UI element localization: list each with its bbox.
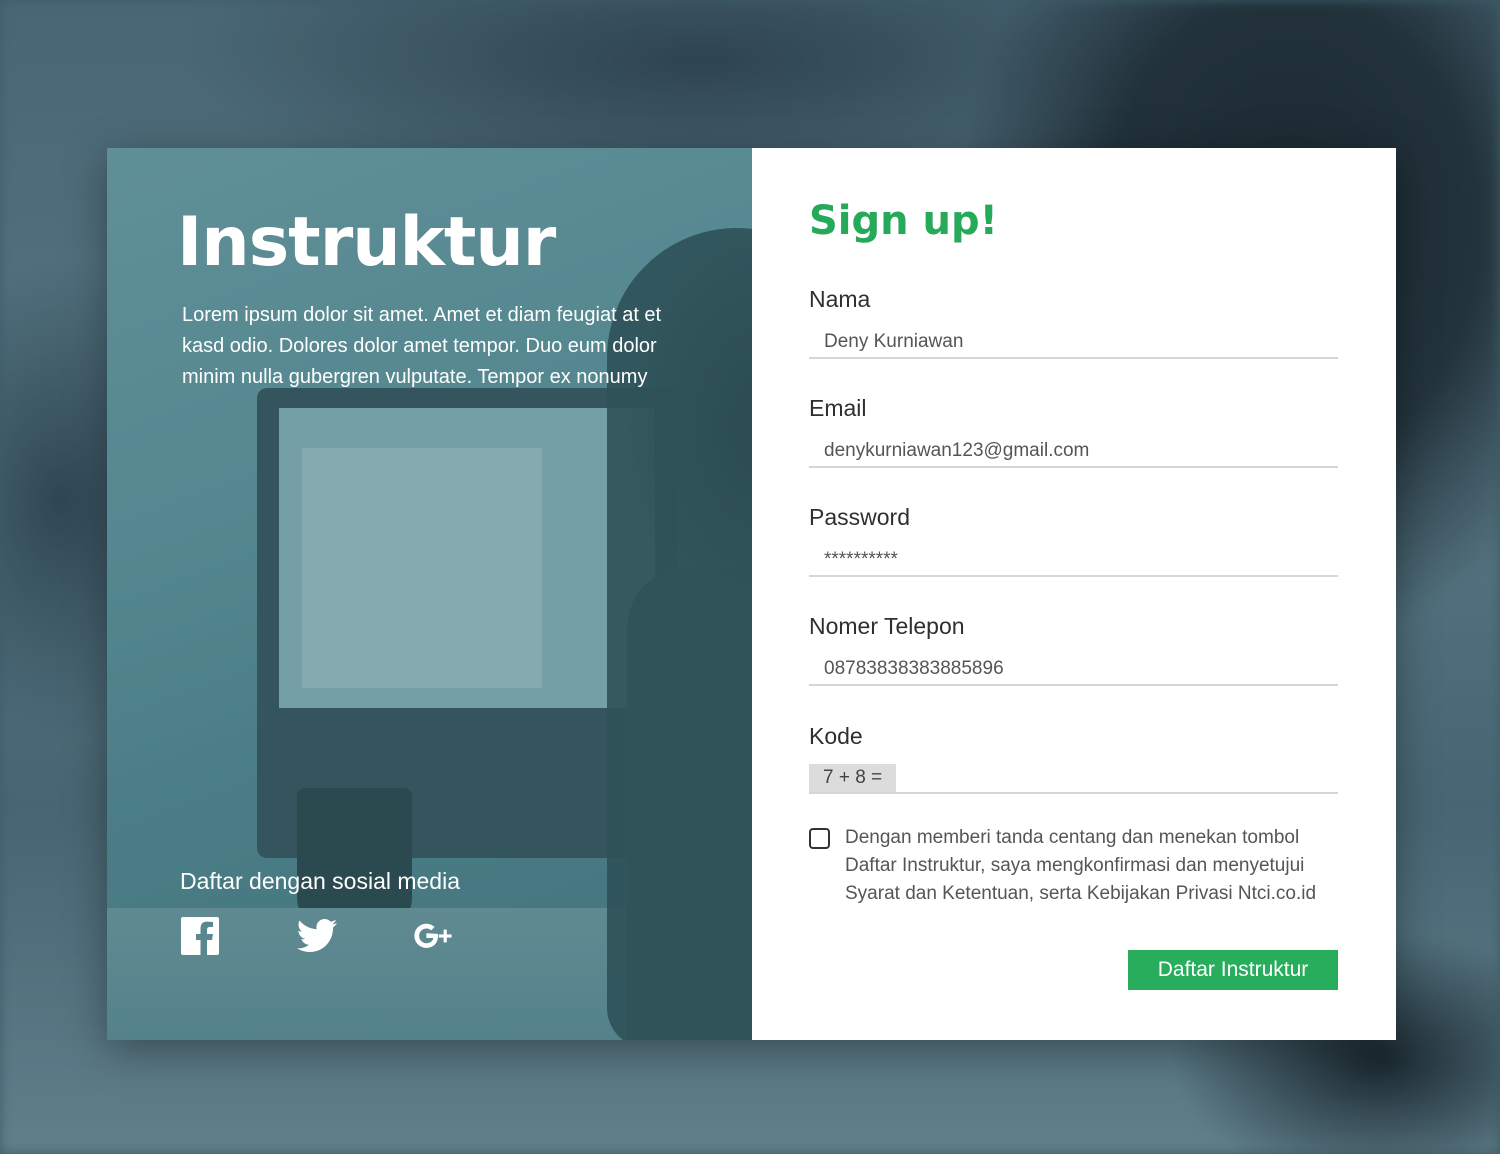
- social-label: Daftar dengan sosial media: [180, 868, 460, 894]
- signup-card: Instruktur Lorem ipsum dolor sit amet. A…: [107, 148, 1396, 1040]
- nama-label: Nama: [809, 286, 871, 312]
- telepon-field-group: Nomer Telepon 08783838383885896: [809, 613, 1338, 686]
- kode-question: 7 + 8 =: [809, 764, 897, 792]
- nama-field-group: Nama Deny Kurniawan: [809, 286, 1338, 359]
- daftar-instruktur-button[interactable]: Daftar Instruktur: [1128, 950, 1338, 990]
- form-title: Sign up!: [809, 198, 998, 244]
- agreement-text: Dengan memberi tanda centang dan menekan…: [845, 827, 1317, 904]
- social-icons: [180, 916, 531, 956]
- agreement-row: Dengan memberi tanda centang dan menekan…: [809, 824, 1340, 908]
- facebook-icon[interactable]: [180, 916, 220, 956]
- email-input[interactable]: denykurniawan123@gmail.com: [809, 436, 1338, 468]
- hero-panel: Instruktur Lorem ipsum dolor sit amet. A…: [107, 148, 752, 1040]
- agreement-checkbox[interactable]: [809, 828, 830, 849]
- telepon-input[interactable]: 08783838383885896: [809, 654, 1338, 686]
- kode-field-group: Kode 7 + 8 =: [809, 723, 1338, 794]
- kode-label: Kode: [809, 723, 863, 749]
- email-field-group: Email denykurniawan123@gmail.com: [809, 395, 1338, 468]
- password-field-group: Password **********: [809, 504, 1338, 577]
- password-label: Password: [809, 504, 910, 530]
- kode-row: 7 + 8 =: [809, 764, 1338, 794]
- signup-form: Sign up! Nama Deny Kurniawan Email denyk…: [752, 148, 1396, 1040]
- email-label: Email: [809, 395, 867, 421]
- twitter-icon[interactable]: [297, 916, 337, 956]
- kode-input[interactable]: [896, 764, 1338, 792]
- password-input[interactable]: **********: [809, 545, 1338, 577]
- google-plus-icon[interactable]: [414, 916, 454, 956]
- hero-title: Instruktur: [177, 203, 556, 282]
- nama-input[interactable]: Deny Kurniawan: [809, 327, 1338, 359]
- telepon-label: Nomer Telepon: [809, 613, 965, 639]
- hero-description: Lorem ipsum dolor sit amet. Amet et diam…: [182, 304, 662, 388]
